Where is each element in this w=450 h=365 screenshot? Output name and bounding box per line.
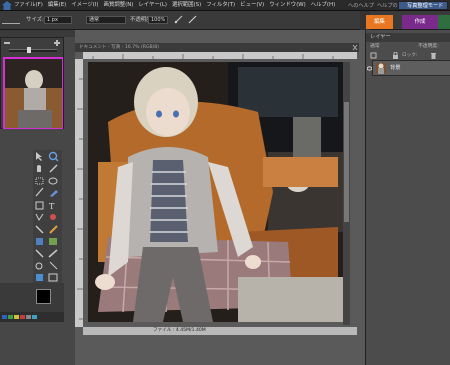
tab-edit[interactable]: 編集 bbox=[366, 15, 393, 29]
mode-select[interactable]: 通常 bbox=[86, 16, 126, 24]
svg-text:T: T bbox=[49, 202, 55, 211]
document-window: ドキュメント - 写真 - 16.7% (RGB/8) ファイル: 4.45M… bbox=[75, 37, 365, 365]
navigator-thumbnail[interactable] bbox=[3, 57, 63, 129]
layers-options: 通常 不透明度: bbox=[366, 42, 450, 51]
menu-filter[interactable]: フィルタ(T) bbox=[206, 1, 235, 10]
layers-panel: レイヤー 通常 不透明度: ロック: 背景 bbox=[365, 30, 450, 365]
ruler-vertical bbox=[75, 59, 83, 327]
lock-icon[interactable] bbox=[392, 51, 399, 59]
opacity-field[interactable]: 100% bbox=[148, 16, 168, 24]
menu-help[interactable]: ヘルプ(H) bbox=[311, 1, 335, 10]
organizer-mode-label: 写真整理モード bbox=[407, 3, 444, 9]
layers-panel-title[interactable]: レイヤー bbox=[366, 33, 450, 42]
size-label: サイズ: bbox=[26, 17, 44, 23]
tab-create[interactable]: 作成 bbox=[402, 15, 438, 29]
menu-edit[interactable]: 編集(E) bbox=[48, 1, 66, 10]
zoom-slider-thumb[interactable] bbox=[27, 47, 31, 53]
document-title[interactable]: ドキュメント - 写真 - 16.7% (RGB/8) bbox=[75, 43, 357, 52]
size-field[interactable]: 1 px bbox=[44, 16, 72, 24]
dock-header bbox=[0, 30, 75, 37]
zoom-slider[interactable] bbox=[9, 47, 57, 53]
scrollbar-thumb[interactable] bbox=[344, 102, 349, 222]
menu-file[interactable]: ファイル(F) bbox=[14, 1, 43, 10]
zoom-out-icon[interactable] bbox=[3, 40, 11, 46]
layer-icons-row: ロック: bbox=[366, 51, 450, 59]
menu-image[interactable]: イメージ(I) bbox=[71, 1, 98, 10]
main-menu: ファイル(F) 編集(E) イメージ(I) 画質調整(N) レイヤー(L) 選択… bbox=[14, 1, 335, 10]
blend-mode-select[interactable]: 通常 bbox=[370, 42, 380, 51]
menu-window[interactable]: ウィンドウ(W) bbox=[269, 1, 306, 10]
swatch-strip bbox=[0, 312, 64, 322]
menu-bar: ファイル(F) 編集(E) イメージ(I) 画質調整(N) レイヤー(L) 選択… bbox=[0, 0, 450, 11]
vertical-scrollbar[interactable] bbox=[343, 62, 350, 325]
photo-canvas[interactable] bbox=[88, 62, 343, 322]
file-size-info: ファイル : 4.45M/1.40M bbox=[153, 328, 206, 333]
lock-label: ロック: bbox=[402, 53, 418, 58]
tab-share[interactable] bbox=[438, 15, 450, 29]
zoom-in-icon[interactable] bbox=[53, 40, 61, 46]
toolbox: T bbox=[33, 150, 62, 285]
eye-icon[interactable] bbox=[366, 65, 373, 72]
brush-icon[interactable] bbox=[188, 15, 197, 24]
help-hint[interactable]: へのヘルプ bbox=[348, 2, 374, 9]
layer-opacity-label: 不透明度: bbox=[418, 44, 439, 49]
ruler-horizontal bbox=[83, 52, 357, 59]
menu-select[interactable]: 選択範囲(S) bbox=[172, 1, 201, 10]
layer-row-background[interactable]: 背景 bbox=[366, 60, 450, 76]
navigator-panel bbox=[0, 37, 64, 129]
layer-name: 背景 bbox=[390, 65, 401, 71]
document-status-bar: ファイル : 4.45M/1.40M bbox=[83, 327, 357, 335]
menu-enhance[interactable]: 画質調整(N) bbox=[104, 1, 134, 10]
home-icon[interactable] bbox=[2, 1, 12, 10]
new-layer-icon[interactable] bbox=[370, 52, 377, 59]
close-icon[interactable] bbox=[351, 43, 359, 52]
organizer-mode-button[interactable]: 写真整理モード bbox=[398, 1, 448, 10]
trash-icon[interactable] bbox=[430, 52, 437, 59]
foreground-color-swatch[interactable] bbox=[36, 289, 51, 304]
menu-view[interactable]: ビュー(V) bbox=[240, 1, 264, 10]
airbrush-icon[interactable] bbox=[174, 15, 183, 24]
layer-thumbnail bbox=[376, 63, 386, 74]
menu-layer[interactable]: レイヤー(L) bbox=[138, 1, 167, 10]
options-bar: サイズ: 1 px 通常 不透明度: 100% 編集 作成 bbox=[0, 11, 450, 30]
brush-preview-icon[interactable] bbox=[2, 16, 20, 24]
